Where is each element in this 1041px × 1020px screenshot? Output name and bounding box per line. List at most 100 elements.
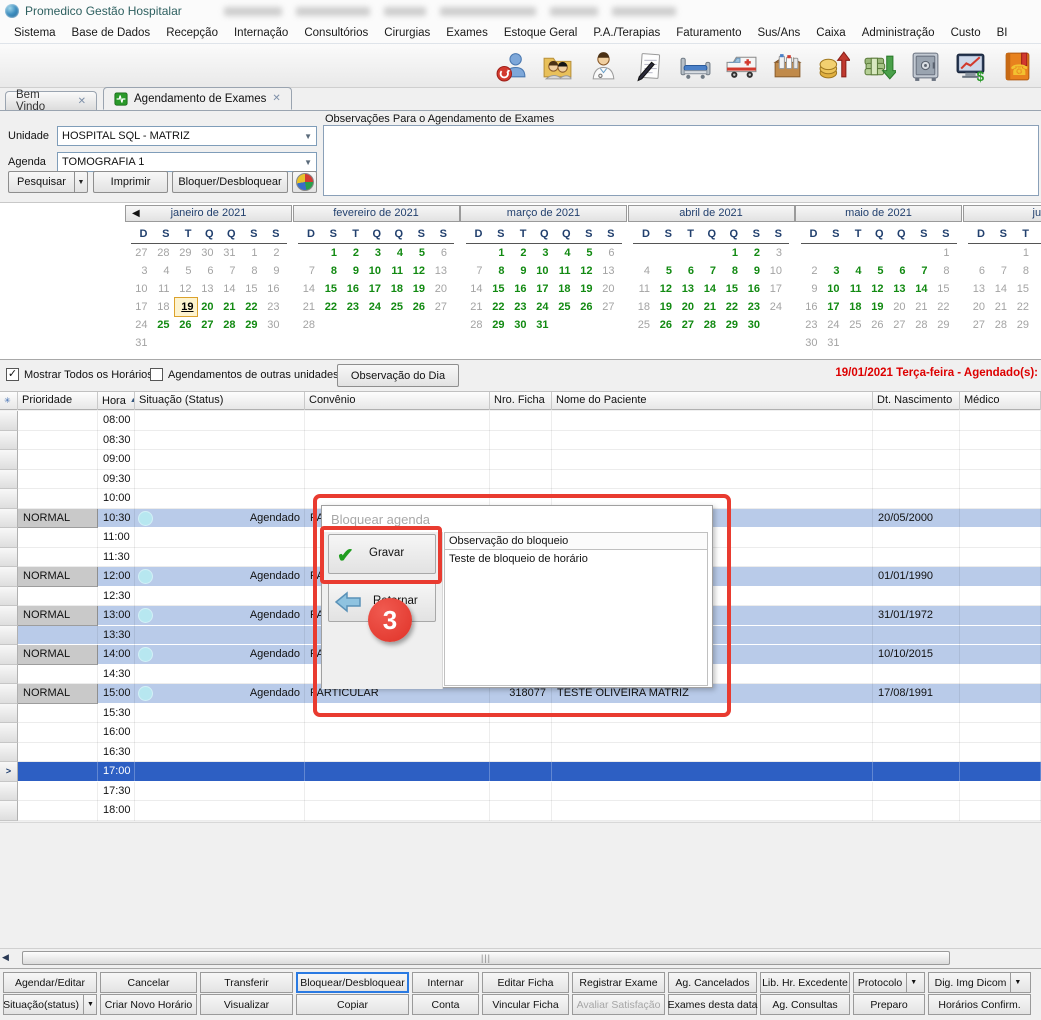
bottom-conta[interactable]: Conta xyxy=(412,994,479,1015)
close-icon[interactable]: ✕ xyxy=(78,96,86,107)
chevron-down-icon[interactable]: ▼ xyxy=(83,995,97,1014)
calendar-day[interactable]: 7 xyxy=(298,262,320,280)
pesquisar-button[interactable]: Pesquisar ▼ xyxy=(8,171,88,193)
safe-icon[interactable] xyxy=(906,48,944,84)
calendar-day[interactable]: 9 xyxy=(801,280,823,298)
bottom-bloquear-desbloquear[interactable]: Bloquear/Desbloquear xyxy=(296,972,409,993)
calendar-day[interactable]: 12 xyxy=(175,280,197,298)
calendar-day[interactable]: 18 xyxy=(386,280,408,298)
calendar-day[interactable]: 3 xyxy=(823,262,845,280)
calendar-day[interactable]: 8 xyxy=(320,262,342,280)
bottom-hor-rios-confirm[interactable]: Horários Confirm. xyxy=(928,994,1031,1015)
calendar-day[interactable]: 16 xyxy=(510,280,532,298)
bottom-copiar[interactable]: Copiar xyxy=(296,994,409,1015)
scrollbar-thumb[interactable]: ||| xyxy=(22,951,950,965)
schedule-row[interactable]: 09:30 xyxy=(0,470,1041,490)
calendar-day[interactable]: 16 xyxy=(801,298,823,316)
calendar-day[interactable]: 18 xyxy=(153,298,175,316)
row-selector[interactable] xyxy=(0,704,18,724)
calendar-day[interactable]: 22 xyxy=(933,298,955,316)
scroll-left-icon[interactable]: ◀ xyxy=(2,952,9,963)
calendar-day[interactable]: 8 xyxy=(488,262,510,280)
row-selector[interactable] xyxy=(0,489,18,509)
calendar-day[interactable]: 28 xyxy=(699,316,721,334)
calendar-day[interactable]: 26 xyxy=(175,316,197,334)
calendar-day[interactable]: 15 xyxy=(241,280,263,298)
unidade-select[interactable]: HOSPITAL SQL - MATRIZ ▼ xyxy=(57,126,317,146)
row-selector[interactable] xyxy=(0,567,18,587)
calendar-day[interactable]: 20 xyxy=(598,280,620,298)
bottom-dig-img-dicom[interactable]: Dig. Img Dicom▼ xyxy=(928,972,1031,993)
calendar-day[interactable]: 29 xyxy=(1012,316,1034,334)
row-selector[interactable] xyxy=(0,743,18,763)
calendar-day[interactable]: 24 xyxy=(823,316,845,334)
observacao-do-dia-button[interactable]: Observação do Dia xyxy=(337,364,459,387)
menu-item-sistema[interactable]: Sistema xyxy=(6,24,64,42)
bottom-situa-o-status[interactable]: Situação(status)▼ xyxy=(3,994,97,1015)
calendar-day[interactable]: 15 xyxy=(488,280,510,298)
menu-item-base-de-dados[interactable]: Base de Dados xyxy=(64,24,159,42)
calendar-day[interactable]: 14 xyxy=(911,280,933,298)
menu-item-estoque-geral[interactable]: Estoque Geral xyxy=(496,24,586,42)
calendar-day[interactable]: 15 xyxy=(1012,280,1034,298)
calendar-day[interactable]: 16 xyxy=(263,280,285,298)
calendar-day[interactable]: 2 xyxy=(342,244,364,262)
col-header-situa-o-status[interactable]: Situação (Status) xyxy=(135,392,305,410)
schedule-row[interactable]: >17:00 xyxy=(0,762,1041,782)
doctor-icon[interactable] xyxy=(584,48,622,84)
menu-item-consult-rios[interactable]: Consultórios xyxy=(296,24,376,42)
col-header-prioridade[interactable]: Prioridade xyxy=(18,392,98,410)
schedule-row[interactable]: 18:00 xyxy=(0,801,1041,821)
calendar-day[interactable]: 13 xyxy=(430,262,452,280)
bottom-exames-desta-data[interactable]: Exames desta data xyxy=(668,994,757,1015)
calendar-day[interactable]: 3 xyxy=(532,244,554,262)
calendar-day[interactable]: 6 xyxy=(889,262,911,280)
schedule-row[interactable]: 16:30 xyxy=(0,743,1041,763)
calendar-day[interactable]: 6 xyxy=(598,244,620,262)
menu-item-interna-o[interactable]: Internação xyxy=(226,24,296,42)
calendar-day[interactable]: 25 xyxy=(633,316,655,334)
col-header-conv-nio[interactable]: Convênio xyxy=(305,392,490,410)
row-selector[interactable] xyxy=(0,509,18,529)
bottom-transferir[interactable]: Transferir xyxy=(200,972,293,993)
calendar-day[interactable]: 9 xyxy=(743,262,765,280)
calendar-day[interactable]: 10 xyxy=(765,262,787,280)
row-selector[interactable] xyxy=(0,606,18,626)
calendar-day[interactable]: 20 xyxy=(430,280,452,298)
calendar-day[interactable]: 27 xyxy=(677,316,699,334)
menu-item-recep-o[interactable]: Recepção xyxy=(158,24,226,42)
schedule-row[interactable]: 17:30 xyxy=(0,782,1041,802)
bottom-ag-consultas[interactable]: Ag. Consultas xyxy=(760,994,850,1015)
row-selector[interactable] xyxy=(0,450,18,470)
row-selector[interactable] xyxy=(0,723,18,743)
calendar-day[interactable]: 20 xyxy=(677,298,699,316)
calendar-day[interactable]: 30 xyxy=(743,316,765,334)
calendar-day[interactable]: 19 xyxy=(175,298,197,316)
observations-textarea[interactable] xyxy=(323,125,1039,196)
prev-month-icon[interactable]: ◀ xyxy=(132,206,140,221)
row-selector[interactable] xyxy=(0,548,18,568)
calendar-day[interactable]: 30 xyxy=(263,316,285,334)
calendar-day[interactable]: 14 xyxy=(990,280,1012,298)
calendar-day[interactable]: 15 xyxy=(933,280,955,298)
show-all-hours-checkbox[interactable]: ✓ xyxy=(6,368,19,381)
calendar-day[interactable]: 25 xyxy=(153,316,175,334)
calendar-day[interactable]: 5 xyxy=(867,262,889,280)
calendar-day[interactable]: 8 xyxy=(1012,262,1034,280)
calendar-day[interactable]: 6 xyxy=(197,262,219,280)
calendar-day[interactable]: 10 xyxy=(532,262,554,280)
calendar-day[interactable]: 23 xyxy=(342,298,364,316)
calendar-day[interactable]: 5 xyxy=(576,244,598,262)
calendar-day[interactable]: 17 xyxy=(765,280,787,298)
calendar-day[interactable]: 6 xyxy=(677,262,699,280)
schedule-row[interactable]: 09:00 xyxy=(0,450,1041,470)
close-icon[interactable]: ✕ xyxy=(272,93,280,104)
calendar-day[interactable]: 10 xyxy=(131,280,153,298)
bottom-lib-hr-excedente[interactable]: Lib. Hr. Excedente xyxy=(760,972,850,993)
col-header-m-dico[interactable]: Médico xyxy=(960,392,1041,410)
calendar-day[interactable]: 12 xyxy=(867,280,889,298)
calendar-day[interactable]: 20 xyxy=(968,298,990,316)
calendar-day[interactable]: 31 xyxy=(823,334,845,352)
calendar-day[interactable]: 9 xyxy=(510,262,532,280)
bottom-vincular-ficha[interactable]: Vincular Ficha xyxy=(482,994,569,1015)
